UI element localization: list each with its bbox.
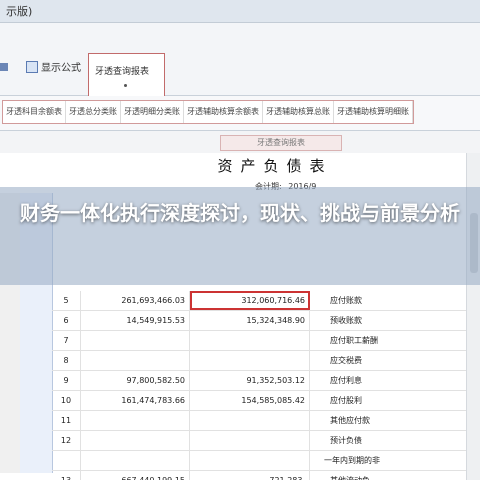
- row-number: 11: [52, 411, 81, 430]
- tab-detail-ledger[interactable]: 牙透明细分类账: [121, 101, 184, 123]
- cell-item: 预收账款: [330, 316, 362, 325]
- cell-amount-a[interactable]: [80, 331, 190, 350]
- cell-amount-b[interactable]: 312,060,716.46: [190, 291, 310, 310]
- query-report-label: 牙透查询报表: [95, 67, 150, 77]
- row-number: 9: [52, 371, 81, 390]
- report-tabs: 牙透科目余额表 牙透总分类账 牙透明细分类账 牙透辅助核算余额表 牙透辅助核算总…: [0, 96, 480, 131]
- cell-item: 应付股利: [330, 396, 362, 405]
- cell-amount-a[interactable]: [80, 411, 190, 430]
- window-titlebar: 示版): [0, 0, 480, 23]
- cell-amount-b[interactable]: 154,585,085.42: [190, 391, 310, 410]
- tab-aux-balance[interactable]: 牙透辅助核算余额表: [184, 101, 263, 123]
- cell-amount-b[interactable]: [190, 431, 310, 450]
- cell-amount-b[interactable]: 721,283,: [190, 471, 310, 480]
- cell-item: 应付账款: [330, 296, 362, 305]
- row-number: 8: [52, 351, 81, 370]
- query-report-sub-button[interactable]: 牙透查询报表: [220, 135, 342, 151]
- row-number: 7: [52, 331, 81, 350]
- show-formula-button[interactable]: 显示公式: [26, 59, 81, 74]
- cell-amount-a[interactable]: [80, 351, 190, 370]
- ribbon-toolbar: 显示公式 牙透查询报表: [0, 23, 480, 111]
- cell-amount-b[interactable]: 91,352,503.12: [190, 371, 310, 390]
- cell-amount-b[interactable]: [190, 411, 310, 430]
- table-row[interactable]: 5 261,693,466.03 312,060,716.46 应付账款: [52, 291, 480, 311]
- cell-amount-a[interactable]: 97,800,582.50: [80, 371, 190, 390]
- sub-toolbar: 牙透查询报表: [0, 131, 480, 153]
- cell-amount-b[interactable]: [190, 331, 310, 350]
- table-row[interactable]: 9 97,800,582.50 91,352,503.12 应付利息: [52, 371, 480, 391]
- tab-general-ledger[interactable]: 牙透总分类账: [66, 101, 121, 123]
- row-number: [52, 451, 81, 470]
- table-row[interactable]: 12 预计负债: [52, 431, 480, 451]
- cell-amount-a[interactable]: [80, 451, 190, 470]
- cell-item: 其他流动负: [310, 471, 420, 480]
- screenshot: 示版) 显示公式 牙透查询报表 牙透科目余额表 牙透总分类账 牙透明细分类账 牙…: [0, 0, 480, 480]
- cell-item: 预计负债: [330, 436, 362, 445]
- sheet-heading: 资产负债表: [217, 157, 333, 175]
- balance-table: 5 261,693,466.03 312,060,716.46 应付账款 6 1…: [52, 291, 480, 480]
- cell-amount-a[interactable]: 161,474,783.66: [80, 391, 190, 410]
- cell-amount-b[interactable]: [190, 351, 310, 370]
- table-row[interactable]: 11 其他应付款: [52, 411, 480, 431]
- table-row[interactable]: 8 应交税费: [52, 351, 480, 371]
- cell-amount-b[interactable]: [190, 451, 310, 470]
- cell-amount-a[interactable]: 261,693,466.03: [80, 291, 190, 310]
- dropdown-dot-icon: [124, 84, 127, 87]
- table-row[interactable]: 13 667,440,199.15 721,283, 其他流动负: [52, 471, 480, 480]
- row-number: 13: [52, 471, 81, 480]
- cell-amount-a[interactable]: [80, 431, 190, 450]
- cell-amount-a[interactable]: 14,549,915.53: [80, 311, 190, 330]
- window-title: 示版): [6, 5, 33, 18]
- row-number: 5: [52, 291, 81, 310]
- ribbon-edge-icon[interactable]: [0, 63, 8, 71]
- cell-amount-b[interactable]: 15,324,348.90: [190, 311, 310, 330]
- cell-amount-a[interactable]: 667,440,199.15: [80, 471, 190, 480]
- cell-item: 应付职工薪酬: [330, 336, 378, 345]
- cell-item: 应交税费: [330, 356, 362, 365]
- table-row[interactable]: 10 161,474,783.66 154,585,085.42 应付股利: [52, 391, 480, 411]
- row-number: 10: [52, 391, 81, 410]
- table-row[interactable]: 7 应付职工薪酬: [52, 331, 480, 351]
- row-number: 12: [52, 431, 81, 450]
- cell-item: 其他应付款: [330, 416, 370, 425]
- tab-aux-detail[interactable]: 牙透辅助核算明细账: [334, 101, 413, 123]
- row-number: 6: [52, 311, 81, 330]
- table-row[interactable]: 一年内到期的非: [52, 451, 480, 471]
- formula-icon: [26, 60, 38, 73]
- cell-item: 一年内到期的非: [324, 456, 380, 465]
- report-tab-strip: 牙透科目余额表 牙透总分类账 牙透明细分类账 牙透辅助核算余额表 牙透辅助核算总…: [2, 100, 414, 124]
- show-formula-label: 显示公式: [41, 63, 81, 74]
- table-row[interactable]: 6 14,549,915.53 15,324,348.90 预收账款: [52, 311, 480, 331]
- cell-item: 应付利息: [330, 376, 362, 385]
- tab-aux-general[interactable]: 牙透辅助核算总账: [263, 101, 334, 123]
- tab-account-balance[interactable]: 牙透科目余额表: [3, 101, 66, 123]
- overlay-title: 财务一体化执行深度探讨，现状、挑战与前景分析: [20, 201, 460, 225]
